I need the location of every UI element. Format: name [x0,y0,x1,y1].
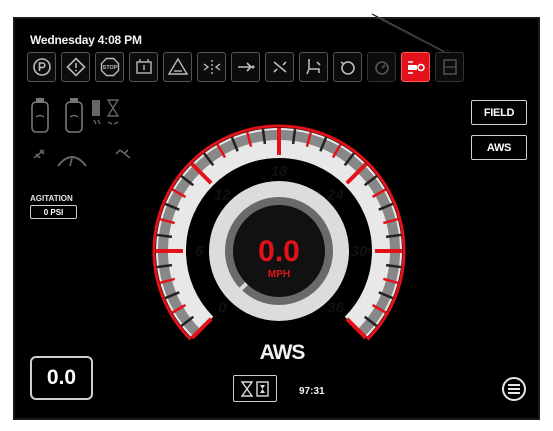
agitation-label: AGITATION [30,194,73,203]
menu-line [508,388,520,390]
tank-left-icon [31,98,49,133]
field-button[interactable]: FIELD [471,100,527,125]
parking-brake-icon [32,58,51,76]
wiper-right-icon [115,149,131,159]
left-value-box[interactable]: 0.0 [30,356,93,400]
timer-icon [240,380,269,397]
hourglass-icon [106,99,120,125]
blank-panel-button[interactable] [435,52,464,82]
timer-button[interactable] [233,375,277,402]
diamond-sign-button[interactable] [61,52,90,82]
blank-panel-icon [442,59,457,75]
tank-gauge-icon [374,61,389,75]
boom-section-icon [203,60,220,74]
svg-text:STOP: STOP [102,65,117,71]
engine-button[interactable] [333,52,362,82]
flow-button[interactable] [231,52,260,82]
speedometer: 0 6 12 18 24 30 36 0.0MPH [152,124,406,341]
tick-label: 12 [214,186,231,203]
boom-section-button[interactable] [197,52,226,82]
steering-mode-label: AWS [259,341,306,364]
engine-icon [340,61,355,75]
tick-label: 30 [351,243,368,260]
stop-sign-icon: STOP [100,57,119,77]
warning-triangle-icon [167,57,188,75]
tick-label: 36 [327,300,344,317]
datetime-label: Wednesday 4:08 PM [30,33,142,47]
tick-label: 18 [271,163,288,180]
road-sign-diamond-icon [65,57,86,77]
wiper-left-icon [33,149,45,159]
menu-line [508,384,520,386]
transmission-button[interactable] [129,52,158,82]
menu-line [508,392,520,394]
menu-button[interactable] [502,377,526,401]
stop-button[interactable]: STOP [95,52,124,82]
transmission-icon [135,59,152,74]
seat-icon [305,59,321,75]
tank-gauge-button[interactable] [367,52,396,82]
hitch-button[interactable] [401,52,430,82]
parking-brake-button[interactable] [27,52,56,82]
seat-button[interactable] [299,52,328,82]
elapsed-time: 97:31 [299,386,325,397]
speed-unit: MPH [268,269,290,280]
tick-label: 6 [195,243,204,260]
toolbar: STOP [27,52,464,86]
speed-value: 0.0 [258,235,300,268]
status-indicators [31,98,131,167]
hitch-icon [407,61,425,74]
tick-label: 24 [326,186,344,203]
warning-button[interactable] [163,52,192,82]
tick-label: 0 [218,300,227,317]
spray-off-button[interactable] [265,52,294,82]
aws-button[interactable]: AWS [471,135,527,160]
flow-arrows-icon [237,62,254,72]
fluid-level-icon [92,100,101,125]
agitation-value: 0 PSI [30,205,77,219]
wiper-center-icon [57,156,87,167]
tank-right-icon [65,98,83,133]
spray-off-icon [272,61,287,73]
